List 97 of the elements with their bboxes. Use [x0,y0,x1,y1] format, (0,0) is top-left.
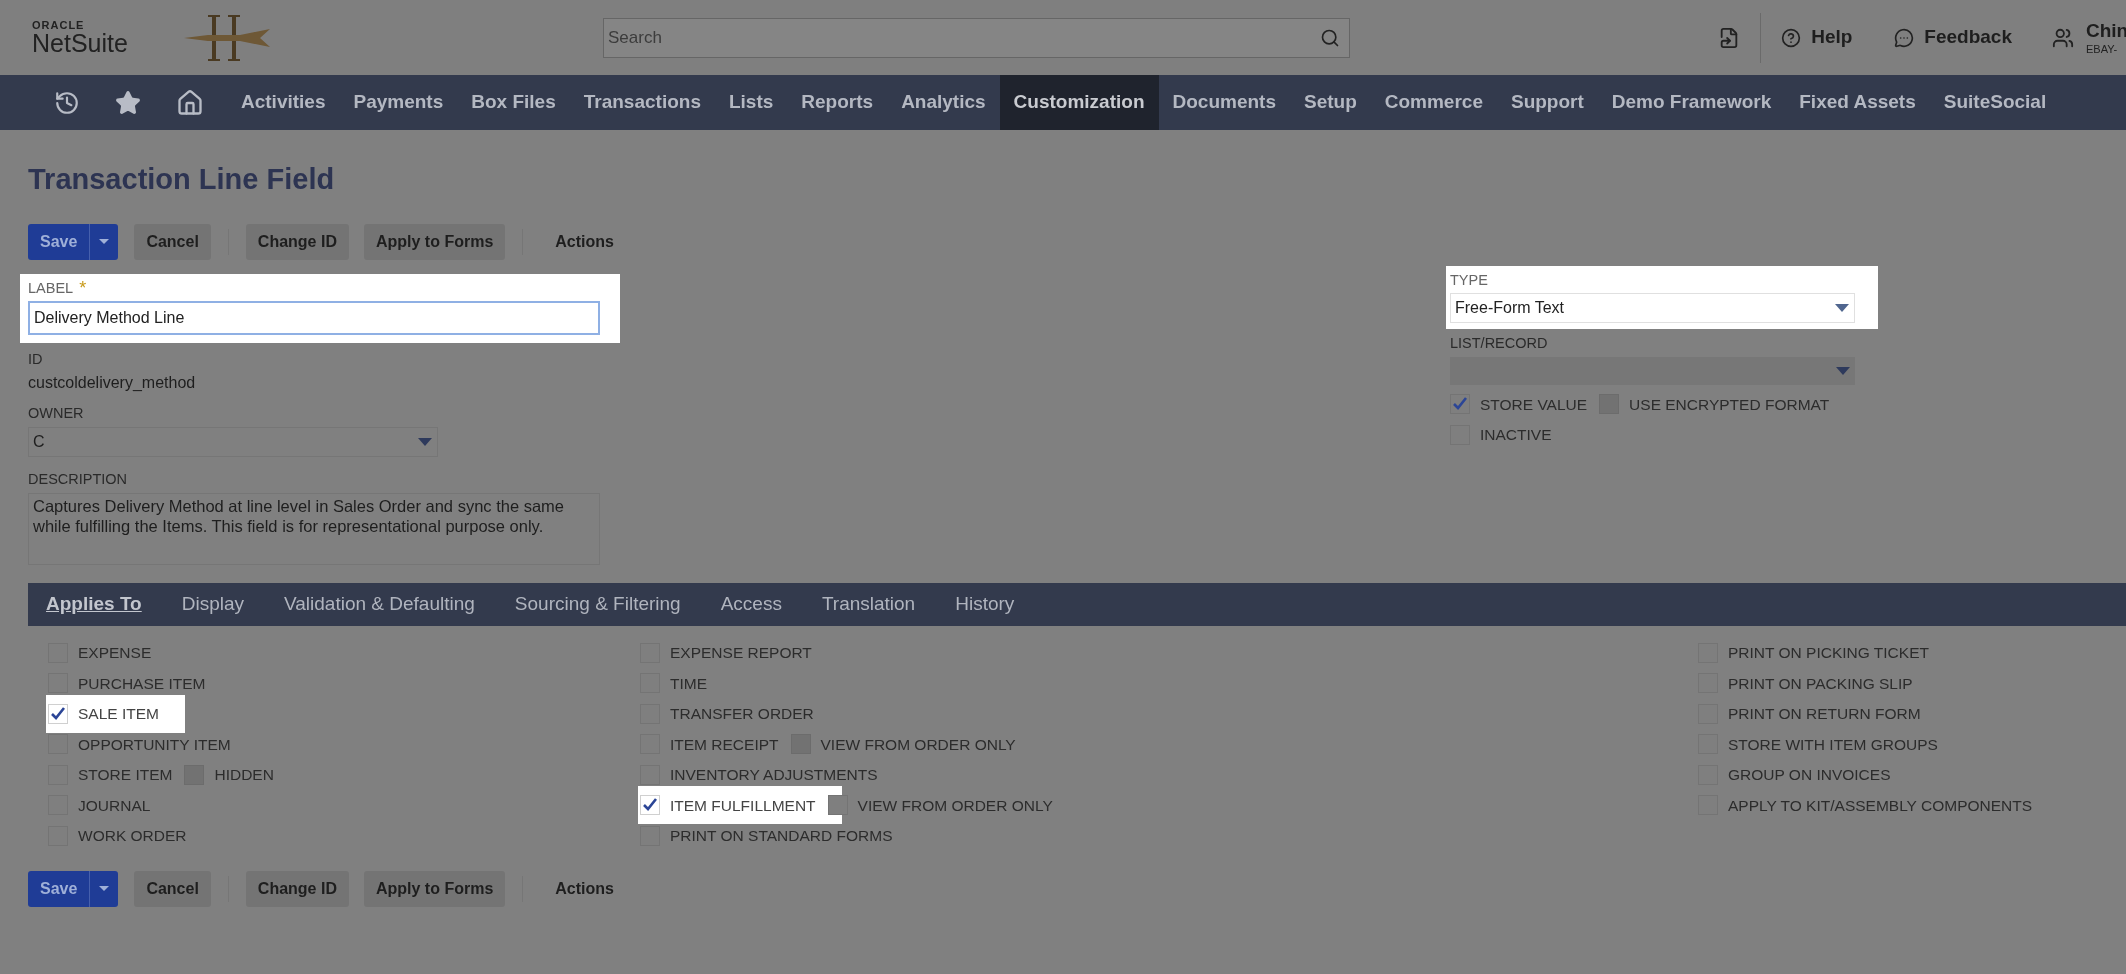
checkbox-label: PURCHASE ITEM [78,673,206,694]
nav-tab[interactable]: Box Files [457,75,570,130]
checkbox[interactable] [1450,394,1470,415]
toolbar-button[interactable]: Change ID [245,223,349,260]
nav-tab[interactable]: Documents [1158,75,1290,130]
nav-tab[interactable]: Customization [999,75,1159,130]
field-value: custcoldelivery_method [28,373,197,393]
home-icon[interactable] [176,88,204,117]
star-icon[interactable] [115,89,141,116]
subtab[interactable]: Sourcing & Filtering [514,589,681,619]
checkbox-label: PRINT ON RETURN FORM [1728,704,1921,725]
checkbox[interactable] [48,734,68,755]
checkbox-label: ITEM FULFILLMENT [670,795,816,816]
field-label: LIST/RECORD [1450,334,1549,354]
search-field[interactable]: Search [603,17,1350,58]
help-icon [1781,27,1802,48]
feedback-button[interactable]: Feedback [1894,23,2012,52]
nav-tab[interactable]: Transactions [569,75,715,130]
toolbar-button[interactable]: Apply to Forms [363,223,506,260]
toolbar-button[interactable]: Change ID [245,871,349,907]
chat-bubble-icon [1894,27,1915,48]
checkbox-label: GROUP ON INVOICES [1728,765,1891,786]
checkbox-label: EXPENSE REPORT [670,643,812,664]
checkbox[interactable] [827,795,848,816]
subtab[interactable]: Access [720,589,782,619]
nav-tab[interactable]: Analytics [887,75,1000,130]
toolbar-button[interactable]: Apply to Forms [363,871,506,907]
description-field[interactable]: Captures Delivery Method at line level in Sales Order and sync the same while fulfilling the Items. This field is for representational purpose only. [28,492,600,565]
nav-tab[interactable]: Activities [227,75,340,130]
checkbox-label: SALE ITEM [78,704,159,725]
save-button[interactable]: Save [28,871,119,907]
actions-menu[interactable]: Actions [555,877,614,901]
checkbox-label: USE ENCRYPTED FORMAT [1629,394,1830,415]
checkbox-label: PRINT ON STANDARD FORMS [670,826,893,847]
dropdown-arrow-icon [1834,303,1850,314]
toolbar-button[interactable]: Cancel [134,223,211,260]
checkbox-label: VIEW FROM ORDER ONLY [820,734,1016,755]
nav-tab[interactable]: Reports [787,75,888,130]
checkbox[interactable] [640,825,660,846]
checkbox-label: JOURNAL [78,795,151,816]
dropdown-arrow-icon [1835,366,1851,376]
account-name: EBAY- [2086,42,2119,57]
field-label: ID [28,350,44,370]
subtab[interactable]: Display [181,589,245,619]
checkbox-label: INVENTORY ADJUSTMENTS [670,765,878,786]
toolbar-button[interactable]: Cancel [134,871,211,907]
dropdown-arrow-icon [417,436,433,447]
logo-text: NetSuite [32,30,129,56]
label-field[interactable]: Delivery Method Line [28,301,600,336]
owner-dropdown[interactable]: C [28,426,438,457]
checkmark-icon [50,706,66,721]
checkbox-label: STORE WITH ITEM GROUPS [1728,734,1938,755]
logo-text: ORACLE [32,19,86,31]
subtab[interactable]: History [955,589,1015,619]
checkbox-label: INACTIVE [1480,425,1552,446]
nav-tab[interactable]: Setup [1289,75,1371,130]
checkbox-label: EXPENSE [78,643,152,664]
checkbox[interactable] [640,764,660,785]
required-mark: * [79,279,87,298]
people-icon[interactable] [2052,26,2074,49]
checkbox-label: VIEW FROM ORDER ONLY [857,795,1053,816]
search-icon[interactable] [1320,27,1340,48]
checkbox-label: PRINT ON PACKING SLIP [1728,673,1913,694]
checkbox-label: TIME [670,673,708,694]
checkbox-label: WORK ORDER [78,826,187,847]
field-label: DESCRIPTION [28,469,129,489]
subtab[interactable]: Applies To [46,589,142,619]
type-dropdown[interactable]: Free-Form Text [1450,293,1855,324]
page-title: Transaction Line Field [28,162,336,197]
checkbox-label: PRINT ON PICKING TICKET [1728,643,1929,664]
checkbox-label: STORE VALUE [1480,394,1588,415]
checkbox-label: STORE ITEM [78,765,173,786]
checkbox-label: APPLY TO KIT/ASSEMBLY COMPONENTS [1728,795,2033,816]
checkbox-label: ITEM RECEIPT [670,734,779,755]
checkmark-icon [642,798,658,813]
field-label: LABEL [28,278,74,298]
list-record-dropdown[interactable] [1450,357,1855,385]
checkbox-label: OPPORTUNITY ITEM [78,734,231,755]
subtab[interactable]: Translation [821,589,916,619]
nav-tab[interactable]: Fixed Assets [1785,75,1930,130]
field-label: TYPE [1450,270,1489,290]
nav-tab[interactable]: SuiteSocial [1929,75,2061,130]
field-label: OWNER [28,404,85,423]
subtab[interactable]: Validation & Defaulting [284,589,475,619]
checkbox-label: TRANSFER ORDER [670,704,814,725]
checkbox-label: HIDDEN [214,765,274,786]
actions-menu[interactable]: Actions [555,229,614,254]
nav-tab[interactable]: Support [1496,75,1598,130]
nav-tab[interactable]: Demo Framework [1597,75,1786,130]
save-button[interactable]: Save [28,223,119,260]
help-button[interactable]: Help [1781,23,1853,52]
nav-tab[interactable]: Lists [714,75,788,130]
nav-tab[interactable]: Payments [339,75,458,130]
checkbox[interactable] [48,673,68,694]
recent-icon[interactable] [54,89,80,116]
nav-tab[interactable]: Commerce [1370,75,1497,130]
checkmark-icon [1452,397,1468,412]
